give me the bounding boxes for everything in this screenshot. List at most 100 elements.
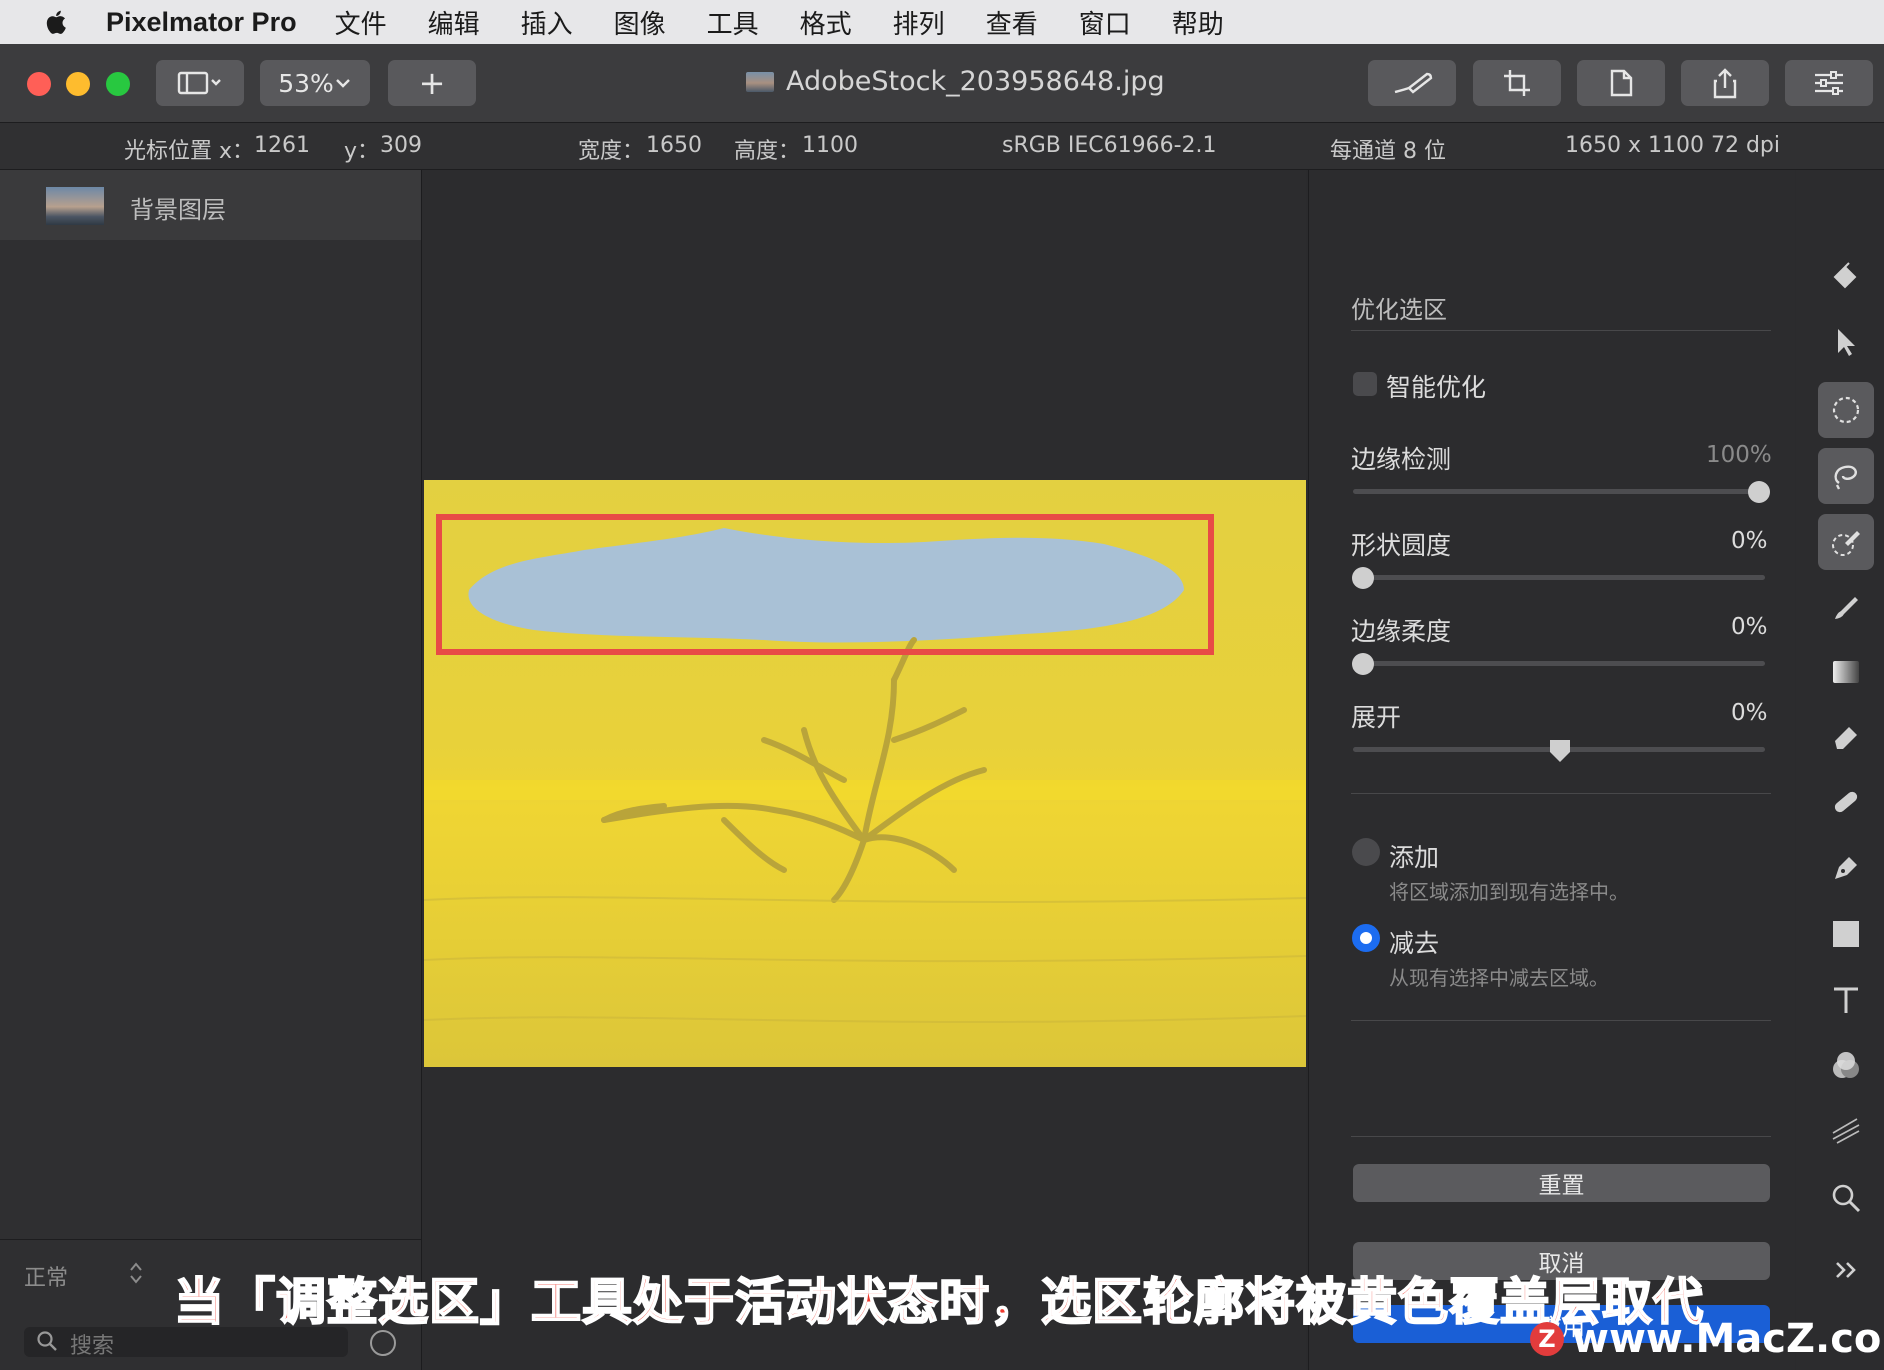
retouch-tool[interactable] [1818,774,1874,830]
zoom-level-button[interactable]: 53% [260,60,370,106]
menu-help[interactable]: 帮助 [1172,4,1224,41]
layer-name: 背景图层 [130,196,226,224]
cursor-x-label: 光标位置 x： [124,139,255,164]
menu-arrange[interactable]: 排列 [893,4,945,41]
water-ripples [424,896,1306,1024]
edge-softness-value: 0% [1731,614,1768,640]
pen-icon [1835,857,1857,879]
refine-selection-tool[interactable] [1818,514,1874,570]
chevron-down-icon [335,79,350,88]
add-mode-description: 将区域添加到现有选择中。 [1389,880,1629,904]
erase-tool[interactable] [1818,708,1874,764]
lasso-select-icon [1834,465,1857,490]
more-tools-button[interactable] [1818,1242,1874,1298]
color-adjust-tool[interactable] [1818,1038,1874,1094]
arrow-select-icon [1838,329,1855,356]
width-label: 宽度： [578,139,645,164]
crop-icon [1504,70,1530,96]
menu-edit[interactable]: 编辑 [428,4,480,41]
zoom-window-button[interactable] [106,72,130,96]
edge-detection-value: 100% [1706,442,1772,468]
app-name-menu[interactable]: Pixelmator Pro [106,7,297,38]
document-title: AdobeStock_203958648.jpg [746,66,1165,97]
close-window-button[interactable] [27,72,51,96]
blend-mode-select[interactable]: 正常 [24,1260,68,1292]
share-button[interactable] [1681,60,1769,106]
layer-row-background[interactable]: 背景图层 [0,170,421,240]
edge-detection-label: 边缘检测 [1351,445,1452,474]
sliders-divider [1351,793,1771,794]
color-adjust-icon [1833,1052,1859,1078]
subtract-mode-radio[interactable] [1352,924,1380,952]
crop-button[interactable] [1473,60,1561,106]
shape-roundness-value: 0% [1731,528,1768,554]
shape-roundness-slider[interactable] [1353,575,1765,580]
add-button[interactable]: + [388,60,476,106]
paint-tool[interactable] [1818,580,1874,636]
bit-depth: 每通道 8 位 [1330,139,1446,164]
menu-insert[interactable]: 插入 [521,4,573,41]
document-button[interactable] [1577,60,1665,106]
rectangle-shape-icon [1833,921,1859,947]
edge-detection-slider-knob[interactable] [1748,481,1770,503]
subtract-mode-label: 减去 [1389,929,1440,958]
page-icon [1610,69,1633,97]
edge-softness-slider[interactable] [1353,661,1765,666]
pen-tool[interactable] [1818,840,1874,896]
add-mode-radio[interactable] [1352,838,1380,866]
expand-value: 0% [1731,700,1768,726]
dimensions-dpi: 1650 x 1100 72 dpi [1565,133,1781,158]
expand-slider-knob[interactable] [1548,738,1572,764]
sidebar-divider [0,1239,421,1240]
paint-tools-button[interactable] [1368,60,1456,106]
edge-detection-slider[interactable] [1353,489,1765,494]
more-icon [1836,1262,1856,1278]
driftwood-silhouette [601,637,987,903]
paint-bucket-tool[interactable] [1818,250,1874,306]
apple-menu-icon[interactable] [42,7,72,37]
height-value: 1100 [802,133,858,158]
lasso-tool[interactable] [1818,448,1874,504]
panel-title: 优化选区 [1351,296,1447,324]
minimize-window-button[interactable] [66,72,90,96]
shape-tool[interactable] [1818,906,1874,962]
edge-softness-slider-knob[interactable] [1352,653,1374,675]
menu-image[interactable]: 图像 [614,4,666,41]
document-filename: AdobeStock_203958648.jpg [786,66,1165,97]
zoom-tool[interactable] [1818,1170,1874,1226]
distort-tool[interactable] [1818,1104,1874,1160]
up-down-chevron-icon[interactable] [128,1260,144,1286]
macz-logo-icon: Z [1530,1322,1564,1356]
menu-format[interactable]: 格式 [800,4,852,41]
cursor-y-value: 309 [380,133,422,158]
brush-stroke-icon [1394,72,1433,94]
tutorial-caption: 当「调整选区」工具处于活动状态时，选区轮廓将被黄色覆盖层取代 [173,1272,1704,1332]
smart-refine-label: 智能优化 [1386,373,1487,402]
cursor-y-label: y： [344,139,380,164]
shape-roundness-slider-knob[interactable] [1352,567,1374,589]
smart-refine-checkbox[interactable] [1353,372,1377,396]
watermark-text: www.MacZ.com [1572,1316,1884,1362]
menu-tools[interactable]: 工具 [707,4,759,41]
marquee-tool[interactable] [1818,382,1874,438]
panel-title-divider [1351,330,1771,331]
cursor-x-value: 1261 [254,133,310,158]
watermark: Z www.MacZ.com [1530,1316,1884,1362]
arrange-tool[interactable] [1818,314,1874,370]
reset-button[interactable]: 重置 [1353,1164,1770,1202]
menu-file[interactable]: 文件 [335,4,387,41]
gradient-tool[interactable] [1818,644,1874,700]
zoom-value: 53% [278,68,334,98]
adjustments-button[interactable] [1785,60,1873,106]
menu-window[interactable]: 窗口 [1079,4,1131,41]
sidebar-toggle-button[interactable] [156,60,244,106]
marquee-select-icon [1832,396,1860,424]
menu-view[interactable]: 查看 [986,4,1038,41]
height-label: 高度： [734,139,801,164]
sliders-icon [1815,71,1843,95]
image-info-bar: 光标位置 x： 1261 y： 309 宽度： 1650 高度： 1100 sR… [0,123,1884,170]
type-tool[interactable] [1818,972,1874,1028]
paint-bucket-icon [1833,262,1857,289]
menu-bar: Pixelmator Pro 文件 编辑 插入 图像 工具 格式 排列 查看 窗… [0,0,1884,44]
width-value: 1650 [646,133,702,158]
